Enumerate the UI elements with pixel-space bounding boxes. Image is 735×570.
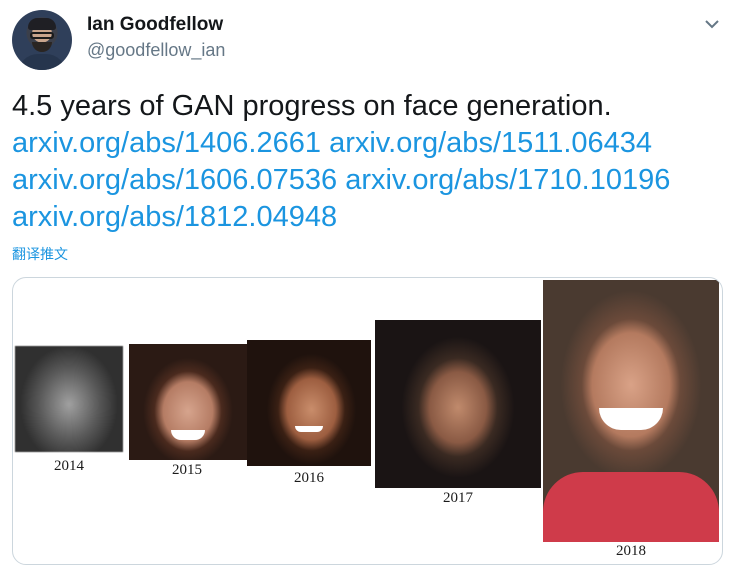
year-label-2016: 2016 xyxy=(294,470,324,486)
avatar[interactable] xyxy=(12,10,72,70)
face-image-2016 xyxy=(247,340,371,466)
avatar-hair xyxy=(28,18,56,30)
tweet-media-image[interactable]: 2014 2015 2016 2017 2018 xyxy=(12,277,723,565)
face-image-2015 xyxy=(129,344,247,460)
tweet-link[interactable]: arxiv.org/abs/1710.10196 xyxy=(345,164,670,196)
avatar-shirt xyxy=(18,54,66,70)
avatar-beard xyxy=(32,42,52,52)
tweet-text: 4.5 years of GAN progress on face genera… xyxy=(12,88,727,236)
tweet-links-line-1: arxiv.org/abs/1406.2661 arxiv.org/abs/15… xyxy=(12,125,727,162)
tweet-links-line-2: arxiv.org/abs/1606.07536 arxiv.org/abs/1… xyxy=(12,162,727,199)
year-label-2015: 2015 xyxy=(172,462,202,478)
translate-tweet-link[interactable]: 翻译推文 xyxy=(12,244,68,264)
face-image-2017 xyxy=(375,320,541,488)
year-label-2018: 2018 xyxy=(616,543,646,559)
tweet-link[interactable]: arxiv.org/abs/1406.2661 xyxy=(12,127,321,159)
face-image-2014 xyxy=(15,346,123,452)
year-label-2017: 2017 xyxy=(443,490,473,506)
tweet-link[interactable]: arxiv.org/abs/1511.06434 xyxy=(329,127,652,159)
avatar-glasses xyxy=(30,32,54,39)
year-label-2014: 2014 xyxy=(54,458,84,474)
user-handle[interactable]: @goodfellow_ian xyxy=(87,40,225,61)
chevron-down-icon xyxy=(705,19,719,28)
tweet-link[interactable]: arxiv.org/abs/1606.07536 xyxy=(12,164,337,196)
tweet-link[interactable]: arxiv.org/abs/1812.04948 xyxy=(12,201,337,233)
display-name[interactable]: Ian Goodfellow xyxy=(87,14,223,36)
more-options-button[interactable] xyxy=(700,12,724,36)
tweet-body: 4.5 years of GAN progress on face genera… xyxy=(12,90,612,122)
tweet-links-line-3: arxiv.org/abs/1812.04948 xyxy=(12,199,727,236)
face-image-2018 xyxy=(543,280,719,542)
